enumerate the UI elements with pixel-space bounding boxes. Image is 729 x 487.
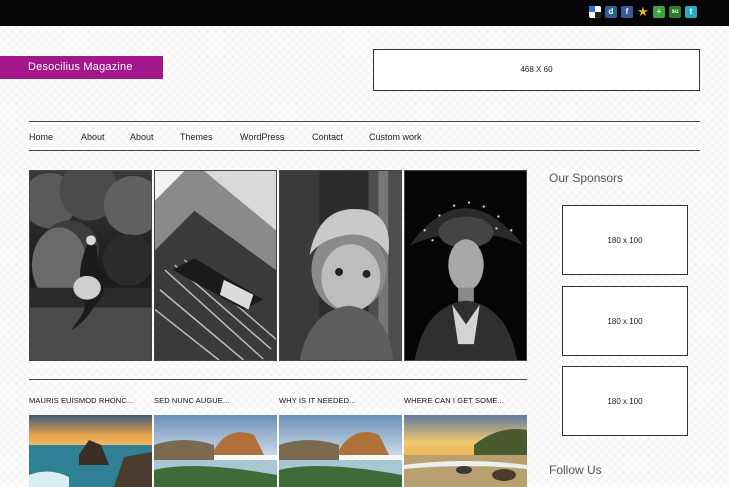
featured-image-1[interactable] xyxy=(29,170,152,361)
sea-rocks-thumbnail xyxy=(29,415,152,487)
woman-headdress-image xyxy=(405,171,526,360)
woman-running-image xyxy=(30,171,151,360)
stumbleupon-icon[interactable]: su xyxy=(669,6,681,18)
digg-glyph: d xyxy=(608,7,614,16)
delicious-icon[interactable] xyxy=(589,6,601,18)
featured-image-3[interactable] xyxy=(279,170,402,361)
post-thumbnail-1[interactable] xyxy=(29,415,152,487)
post-title-4[interactable]: WHERE CAN I GET SOME... xyxy=(404,396,504,405)
post-thumbnail-3[interactable] xyxy=(279,415,402,487)
follow-heading: Follow Us xyxy=(549,463,602,477)
sponsor-ad-label: 180 x 100 xyxy=(607,236,643,245)
plus-glyph: + xyxy=(656,7,662,16)
coast-arch-thumbnail xyxy=(154,415,277,487)
beach-sunset-thumbnail xyxy=(404,415,527,487)
child-portrait-image xyxy=(280,171,401,360)
featured-image-4[interactable] xyxy=(404,170,527,361)
top-bar: d f ★ + su t xyxy=(0,0,729,26)
sponsor-ad-3[interactable]: 180 x 100 xyxy=(562,366,688,436)
nav-about-2[interactable]: About xyxy=(130,132,154,142)
nav-home[interactable]: Home xyxy=(29,132,53,142)
nav-contact[interactable]: Contact xyxy=(312,132,343,142)
nav-custom-work[interactable]: Custom work xyxy=(369,132,422,142)
site-logo[interactable]: Desocilius Magazine xyxy=(0,56,163,79)
facebook-icon[interactable]: f xyxy=(621,6,633,18)
ad-banner[interactable]: 468 X 60 xyxy=(373,49,700,91)
nav-themes[interactable]: Themes xyxy=(180,132,213,142)
nav-wordpress[interactable]: WordPress xyxy=(240,132,284,142)
twitter-icon[interactable]: t xyxy=(685,6,697,18)
twitter-glyph: t xyxy=(689,7,693,16)
main-nav: Home About About Themes WordPress Contac… xyxy=(29,121,700,151)
star-icon[interactable]: ★ xyxy=(637,5,649,18)
logo-text: Desocilius Magazine xyxy=(28,61,133,73)
nav-about[interactable]: About xyxy=(81,132,105,142)
sponsor-ad-label: 180 x 100 xyxy=(607,397,643,406)
social-icons: d f ★ + su t xyxy=(589,5,697,18)
sponsor-ad-2[interactable]: 180 x 100 xyxy=(562,286,688,356)
ad-banner-label: 468 X 60 xyxy=(520,65,553,74)
sponsors-heading: Our Sponsors xyxy=(549,171,624,185)
digg-icon[interactable]: d xyxy=(605,6,617,18)
plus-icon[interactable]: + xyxy=(653,6,665,18)
featured-image-2[interactable] xyxy=(154,170,277,361)
post-title-2[interactable]: SED NUNC AUGUE... xyxy=(154,396,229,405)
stumbleupon-glyph: su xyxy=(671,9,679,15)
sponsor-ad-label: 180 x 100 xyxy=(607,317,643,326)
architecture-image xyxy=(155,171,276,360)
coast-arch-thumbnail-2 xyxy=(279,415,402,487)
section-divider xyxy=(29,379,527,380)
post-thumbnail-4[interactable] xyxy=(404,415,527,487)
facebook-glyph: f xyxy=(625,7,629,16)
post-title-1[interactable]: MAURIS EUISMOD RHONC... xyxy=(29,396,133,405)
post-title-3[interactable]: WHY IS IT NEEDED... xyxy=(279,396,356,405)
post-thumbnail-2[interactable] xyxy=(154,415,277,487)
sponsor-ad-1[interactable]: 180 x 100 xyxy=(562,205,688,275)
